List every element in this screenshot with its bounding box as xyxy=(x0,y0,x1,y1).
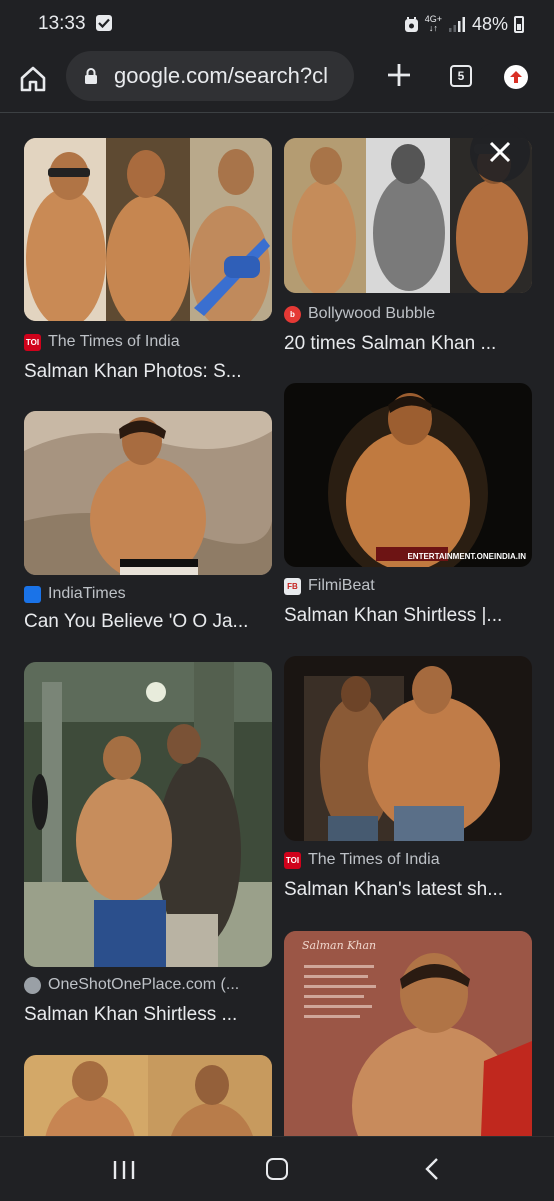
update-icon[interactable] xyxy=(504,65,528,89)
result-thumbnail[interactable] xyxy=(24,411,272,575)
image-results-grid: TOI The Times of India Salman Khan Photo… xyxy=(0,113,554,1136)
new-tab-icon[interactable] xyxy=(384,60,414,90)
result-card[interactable]: IndiaTimes Can You Believe 'O O Ja... xyxy=(24,411,272,636)
result-title[interactable]: 20 times Salman Khan ... xyxy=(284,333,532,355)
result-card[interactable] xyxy=(24,1055,272,1136)
source-name: IndiaTimes xyxy=(48,585,126,602)
result-source: TOI The Times of India xyxy=(24,333,180,351)
result-card[interactable]: TOI The Times of India Salman Khan Photo… xyxy=(24,138,272,383)
result-thumbnail[interactable] xyxy=(24,138,272,321)
lock-icon[interactable] xyxy=(84,67,98,85)
source-name: The Times of India xyxy=(308,851,440,868)
system-nav-bar xyxy=(0,1136,554,1201)
close-button[interactable] xyxy=(470,122,530,182)
result-source: TOI The Times of India xyxy=(284,851,440,869)
network-indicator: 4G+ ↓↑ xyxy=(425,15,442,33)
source-name: The Times of India xyxy=(48,333,180,350)
notification-check-icon xyxy=(96,15,112,31)
recents-icon[interactable] xyxy=(112,1159,136,1181)
address-bar[interactable]: google.com/search?cl xyxy=(66,51,354,101)
source-favicon-icon: FB xyxy=(284,577,301,595)
tab-switcher-button[interactable]: 5 xyxy=(450,65,472,87)
result-source: FB FilmiBeat xyxy=(284,577,375,595)
result-thumbnail[interactable]: Salman Khan xyxy=(284,931,532,1136)
alarm-icon xyxy=(404,16,418,32)
result-card[interactable]: OneShotOnePlace.com (... Salman Khan Shi… xyxy=(24,662,272,1030)
home-icon[interactable] xyxy=(18,64,48,94)
source-favicon-icon xyxy=(24,585,41,603)
image-watermark: ENTERTAINMENT.ONEINDIA.IN xyxy=(407,552,526,561)
result-card[interactable]: ENTERTAINMENT.ONEINDIA.IN FB FilmiBeat S… xyxy=(284,383,532,633)
result-source: IndiaTimes xyxy=(24,585,126,603)
result-card[interactable]: Salman Khan xyxy=(284,931,532,1136)
network-arrows: ↓↑ xyxy=(428,23,438,33)
signal-icon xyxy=(448,17,465,32)
source-favicon-icon: b xyxy=(284,305,301,323)
result-title[interactable]: Salman Khan's latest sh... xyxy=(284,879,532,901)
result-title[interactable]: Salman Khan Shirtless ... xyxy=(24,1004,272,1026)
result-source: OneShotOnePlace.com (... xyxy=(24,976,239,994)
result-thumbnail[interactable] xyxy=(284,656,532,841)
battery-percent: 48% xyxy=(471,13,508,34)
close-icon[interactable] xyxy=(488,140,512,164)
result-thumbnail[interactable]: ENTERTAINMENT.ONEINDIA.IN xyxy=(284,383,532,567)
source-favicon-icon: TOI xyxy=(284,851,301,869)
source-favicon-icon xyxy=(24,976,41,994)
browser-toolbar: google.com/search?cl 5 xyxy=(0,50,554,112)
home-nav-icon[interactable] xyxy=(266,1158,288,1180)
result-card[interactable]: TOI The Times of India Salman Khan's lat… xyxy=(284,656,532,906)
status-time: 13:33 xyxy=(38,13,86,34)
result-thumbnail[interactable] xyxy=(24,662,272,967)
magazine-signature: Salman Khan xyxy=(302,939,377,952)
source-name: FilmiBeat xyxy=(308,577,375,594)
result-source: b Bollywood Bubble xyxy=(284,305,435,323)
result-title[interactable]: Salman Khan Photos: S... xyxy=(24,361,272,383)
source-name: Bollywood Bubble xyxy=(308,305,436,322)
result-title[interactable]: Salman Khan Shirtless |... xyxy=(284,605,532,627)
source-name: OneShotOnePlace.com (... xyxy=(48,976,240,993)
back-icon[interactable] xyxy=(424,1157,440,1181)
status-bar: 13:33 4G+ ↓↑ 48% xyxy=(0,0,554,50)
result-title[interactable]: Can You Believe 'O O Ja... xyxy=(24,611,272,633)
source-favicon-icon: TOI xyxy=(24,333,41,351)
battery-icon xyxy=(514,15,524,33)
url-text[interactable]: google.com/search?cl xyxy=(114,63,328,89)
result-thumbnail[interactable] xyxy=(24,1055,272,1136)
